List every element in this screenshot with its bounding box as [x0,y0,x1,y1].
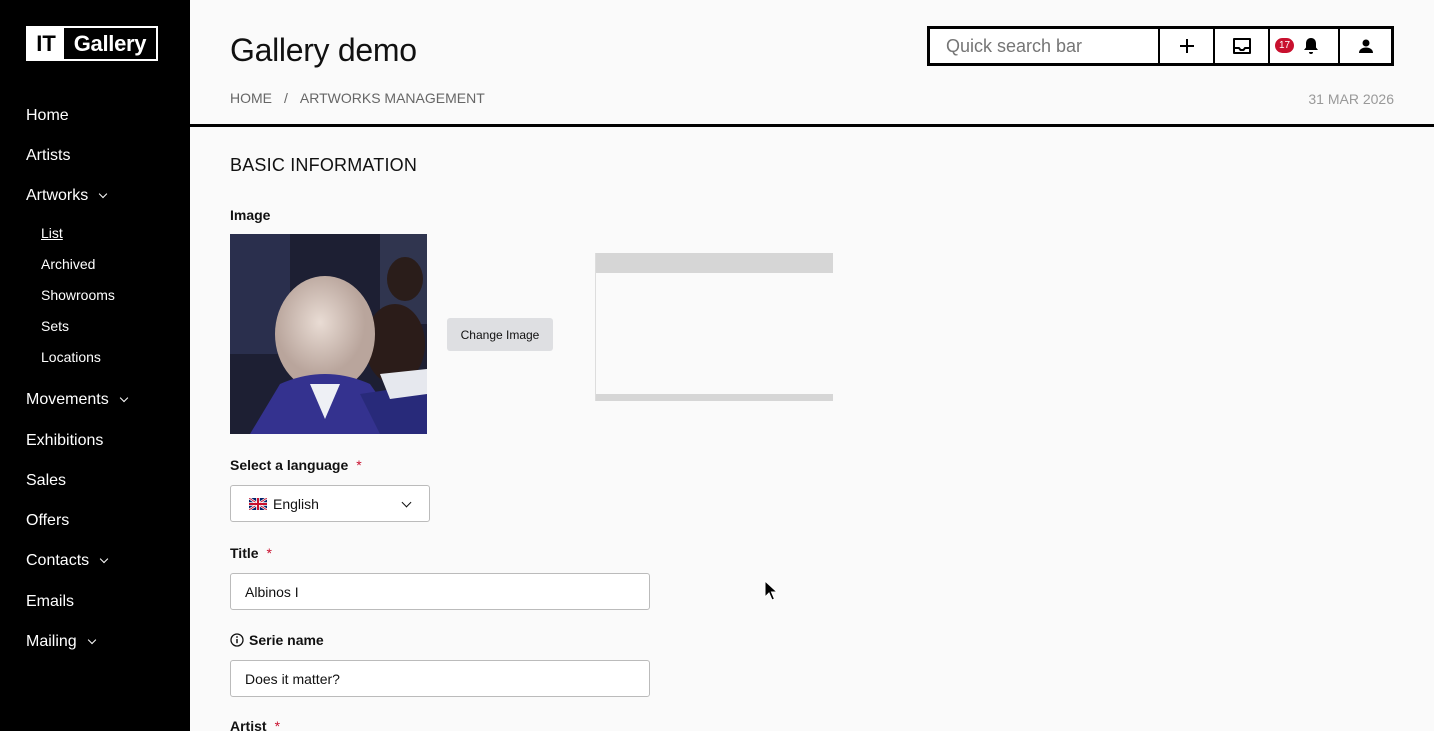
uk-flag-icon [249,497,267,510]
top-toolbar: 17 [927,26,1394,66]
mouse-cursor-icon [764,580,778,601]
chevron-down-icon [401,497,412,508]
sidebar-item-contacts[interactable]: Contacts [26,552,109,570]
sidebar-item-exhibitions[interactable]: Exhibitions [26,432,103,450]
artist-label: Artist * [230,718,280,731]
loading-bar-top [596,253,833,273]
user-icon [1358,39,1373,53]
image-label-text: Image [230,207,271,223]
sidebar-item-label: Home [26,107,69,124]
language-label-text: Select a language [230,457,349,473]
sidebar-item-label: Sales [26,472,67,489]
sidebar-item-label: Mailing [26,633,77,650]
serie-label: Serie name [230,632,324,648]
sidebar: IT Gallery Home Artists Artworks List Ar… [0,0,190,731]
breadcrumb-current: ARTWORKS MANAGEMENT [299,90,485,106]
required-mark: * [266,545,272,561]
sidebar-item-movements[interactable]: Movements [26,391,128,409]
title-label-text: Title [230,545,259,561]
serie-name-field[interactable]: Does it matter? [230,660,650,697]
logo[interactable]: IT Gallery [26,26,158,61]
sidebar-item-label: Emails [26,593,75,610]
sidebar-item-emails[interactable]: Emails [26,593,74,611]
search-input[interactable] [930,29,1160,63]
sidebar-item-label: Offers [26,512,70,529]
info-icon[interactable] [230,633,244,647]
serie-label-text: Serie name [249,632,324,648]
serie-value: Does it matter? [245,670,340,687]
sidebar-subitem-list[interactable]: List [41,225,63,241]
artwork-image [230,234,427,434]
sidebar-subitem-showrooms[interactable]: Showrooms [41,287,115,303]
title-field[interactable]: Albinos I [230,573,650,610]
current-date: 31 MAR 2026 [1308,91,1394,107]
sidebar-item-mailing[interactable]: Mailing [26,633,96,651]
required-mark: * [274,718,281,731]
image-label: Image [230,207,270,223]
logo-gallery: Gallery [73,30,147,56]
bell-icon [1304,38,1318,54]
sidebar-subitem-locations[interactable]: Locations [41,349,101,365]
chevron-down-icon [87,635,96,645]
artist-label-text: Artist [230,718,267,731]
image-preview-placeholder [595,253,833,401]
inbox-button[interactable] [1215,29,1270,63]
user-menu-button[interactable] [1340,29,1391,63]
notification-badge: 17 [1275,38,1295,53]
breadcrumb: HOME / ARTWORKS MANAGEMENT [230,90,485,106]
sidebar-item-label: Contacts [26,552,90,569]
sidebar-item-label: Exhibitions [26,432,104,449]
sidebar-item-sales[interactable]: Sales [26,472,66,490]
language-value: English [273,495,319,512]
language-select[interactable]: English [230,485,430,522]
chevron-down-icon [99,554,109,564]
chevron-down-icon [98,189,108,199]
notifications-button[interactable]: 17 [1270,29,1340,63]
loading-bar-bottom [596,394,833,401]
add-button[interactable] [1160,29,1215,63]
section-title: BASIC INFORMATION [230,155,418,175]
artwork-photo [230,234,427,434]
title-label: Title * [230,545,272,561]
sidebar-item-artists[interactable]: Artists [26,147,70,165]
change-image-button[interactable]: Change Image [447,318,553,351]
page-title: Gallery demo [230,32,417,68]
sidebar-subitem-sets[interactable]: Sets [41,318,69,334]
plus-icon [1179,39,1194,53]
language-label: Select a language * [230,457,362,473]
sidebar-item-home[interactable]: Home [26,107,69,125]
inbox-icon [1232,38,1251,54]
sidebar-item-label: Movements [26,391,109,408]
sidebar-item-label: Artists [26,147,71,164]
sidebar-subitem-archived[interactable]: Archived [41,256,95,272]
required-mark: * [356,457,362,473]
sidebar-item-artworks[interactable]: Artworks [26,187,108,205]
sidebar-item-label: Artworks [26,187,89,204]
sidebar-item-offers[interactable]: Offers [26,512,69,530]
title-value: Albinos I [245,583,299,600]
logo-it: IT [28,28,64,59]
breadcrumb-separator: / [284,90,288,106]
chevron-down-icon [119,393,128,403]
breadcrumb-home[interactable]: HOME [230,90,272,106]
header-divider [190,124,1434,127]
